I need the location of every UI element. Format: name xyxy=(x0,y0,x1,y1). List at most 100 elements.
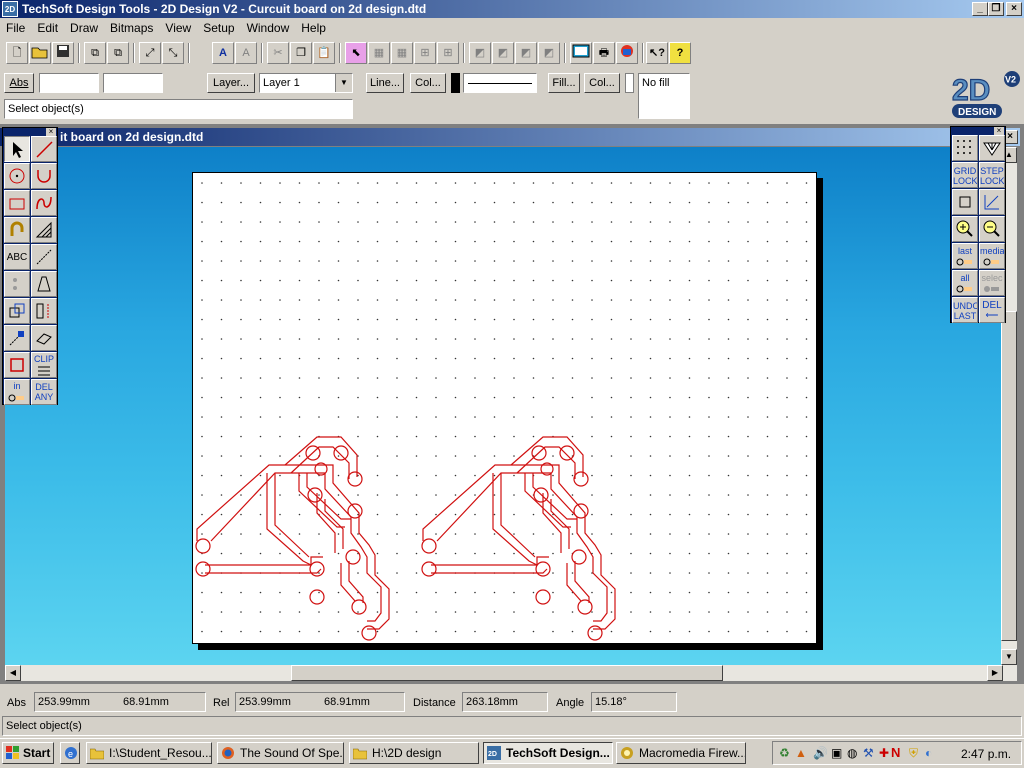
tray-monitor-icon[interactable]: ▣ xyxy=(831,746,842,760)
zoom-in-icon[interactable] xyxy=(952,216,978,242)
layer-down-icon[interactable]: ◩ xyxy=(492,42,514,64)
chevron-down-icon[interactable]: ▼ xyxy=(335,74,352,92)
screen-view-icon[interactable] xyxy=(570,42,592,64)
copy-icon[interactable]: ❐ xyxy=(290,42,312,64)
line-button[interactable]: Line... xyxy=(366,73,404,93)
arc-tool-icon[interactable] xyxy=(31,163,57,189)
text-font-icon[interactable]: A xyxy=(212,42,234,64)
align-icon[interactable]: ⊞ xyxy=(414,42,436,64)
drawing-sheet[interactable] xyxy=(192,172,817,644)
layer-bottom-icon[interactable]: ◩ xyxy=(538,42,560,64)
start-button[interactable]: Start xyxy=(2,742,54,764)
send-back-icon[interactable]: ⧉ xyxy=(107,42,129,64)
zoom-box-icon[interactable] xyxy=(952,189,978,215)
horizontal-scroll-thumb[interactable] xyxy=(291,665,723,681)
layer-select[interactable]: Layer 1 ▼ xyxy=(259,73,353,93)
scroll-right-icon[interactable]: ▶ xyxy=(987,665,1003,681)
ungroup-icon[interactable]: ▦ xyxy=(391,42,413,64)
rectangle-tool-icon[interactable] xyxy=(4,190,30,216)
fill-color-swatch[interactable] xyxy=(625,73,634,93)
media-view-button[interactable]: media xyxy=(979,243,1005,269)
last-view-button[interactable]: last xyxy=(952,243,978,269)
bring-forward-icon[interactable]: ⧉ xyxy=(84,42,106,64)
restore-button[interactable]: ❐ xyxy=(988,2,1004,16)
offset-tool-icon[interactable] xyxy=(4,217,30,243)
grid-lock-button[interactable]: GRID LOCK xyxy=(952,162,978,188)
clip-tool-icon[interactable]: CLIP xyxy=(31,352,57,378)
delete-any-icon[interactable]: DEL ANY xyxy=(31,379,57,405)
ie-quicklaunch-icon[interactable]: e xyxy=(60,742,80,764)
layer-top-icon[interactable]: ◩ xyxy=(515,42,537,64)
menu-setup[interactable]: Setup xyxy=(197,19,240,35)
grid-icon[interactable] xyxy=(952,135,978,161)
hatch-tool-icon[interactable] xyxy=(31,217,57,243)
paste-icon[interactable]: 📋 xyxy=(313,42,335,64)
perspective-tool-icon[interactable] xyxy=(31,271,57,297)
task-2d-design-folder[interactable]: H:\2D design xyxy=(349,742,479,764)
fill-button[interactable]: Fill... xyxy=(548,73,580,93)
palette-close-icon[interactable]: × xyxy=(994,127,1004,135)
task-techsoft[interactable]: 2D TechSoft Design... xyxy=(483,742,613,764)
task-fireworks[interactable]: Macromedia Firew... xyxy=(616,742,746,764)
coord-x-input[interactable] xyxy=(39,73,99,93)
menu-view[interactable]: View xyxy=(159,19,197,35)
context-help-icon[interactable]: ↖? xyxy=(646,42,668,64)
line-color-button[interactable]: Col... xyxy=(410,73,446,93)
menu-file[interactable]: File xyxy=(0,19,31,35)
menu-bitmaps[interactable]: Bitmaps xyxy=(104,19,159,35)
polygon-tool-icon[interactable] xyxy=(4,352,30,378)
tray-speaker-icon[interactable]: ◐ xyxy=(925,746,932,760)
select-pointer-icon[interactable]: ⬉ xyxy=(345,42,367,64)
tray-n-icon[interactable]: N xyxy=(891,745,900,760)
close-button[interactable]: × xyxy=(1006,2,1022,16)
cut-icon[interactable]: ✂ xyxy=(267,42,289,64)
save-disk-icon[interactable] xyxy=(52,42,74,64)
vertical-scroll-thumb[interactable] xyxy=(1001,311,1017,641)
snap-icon[interactable] xyxy=(979,135,1005,161)
help-icon[interactable]: ? xyxy=(669,42,691,64)
menu-draw[interactable]: Draw xyxy=(64,19,104,35)
tray-warning-icon[interactable]: ▲ xyxy=(795,746,807,760)
text-tool-icon[interactable]: ABC xyxy=(4,244,30,270)
tray-tools-icon[interactable]: ⚒ xyxy=(863,746,874,760)
line-tool-icon[interactable] xyxy=(31,136,57,162)
scroll-down-icon[interactable]: ▼ xyxy=(1001,649,1017,665)
distribute-icon[interactable]: ⊞ xyxy=(437,42,459,64)
eraser-tool-icon[interactable] xyxy=(31,325,57,351)
select-view-button[interactable]: selec xyxy=(979,270,1005,296)
points-tool-icon[interactable] xyxy=(4,271,30,297)
palette-close-icon[interactable]: × xyxy=(46,128,56,136)
clock[interactable]: 2:47 p.m. xyxy=(961,747,1011,761)
zoom-window-icon[interactable]: ⤡ xyxy=(162,42,184,64)
scroll-left-icon[interactable]: ◀ xyxy=(5,665,21,681)
line-style-select[interactable] xyxy=(463,73,537,93)
horizontal-scrollbar[interactable]: ◀ ▶ xyxy=(5,665,1017,681)
all-view-button[interactable]: all xyxy=(952,270,978,296)
mirror-tool-icon[interactable] xyxy=(31,298,57,324)
dimension-tool-icon[interactable] xyxy=(31,244,57,270)
copy-move-tool-icon[interactable] xyxy=(4,298,30,324)
group-icon[interactable]: ▦ xyxy=(368,42,390,64)
abs-button[interactable]: Abs xyxy=(4,73,34,93)
open-folder-icon[interactable] xyxy=(29,42,51,64)
zoom-extents-icon[interactable]: ⤢ xyxy=(139,42,161,64)
task-firefox[interactable]: The Sound Of Spe... xyxy=(217,742,344,764)
select-arrow-icon[interactable] xyxy=(4,136,30,162)
menu-help[interactable]: Help xyxy=(295,19,332,35)
tray-network-icon[interactable]: ◍ xyxy=(847,746,857,760)
menu-edit[interactable]: Edit xyxy=(31,19,64,35)
coord-y-input[interactable] xyxy=(103,73,163,93)
layer-up-icon[interactable]: ◩ xyxy=(469,42,491,64)
curve-tool-icon[interactable] xyxy=(31,190,57,216)
text-style-icon[interactable]: A xyxy=(235,42,257,64)
delete-last-button[interactable]: DEL ⟵ xyxy=(979,297,1005,323)
zoom-out-icon[interactable] xyxy=(979,216,1005,242)
layer-button[interactable]: Layer... xyxy=(207,73,255,93)
circle-tool-icon[interactable] xyxy=(4,163,30,189)
tray-security-icon[interactable]: ⛨ xyxy=(909,746,918,761)
new-file-icon[interactable]: 🗋 xyxy=(6,42,28,64)
insert-tool-icon[interactable]: in xyxy=(4,379,30,405)
undo-last-button[interactable]: UNDO LAST xyxy=(952,297,978,323)
scale-tool-icon[interactable] xyxy=(4,325,30,351)
menu-window[interactable]: Window xyxy=(241,19,296,35)
